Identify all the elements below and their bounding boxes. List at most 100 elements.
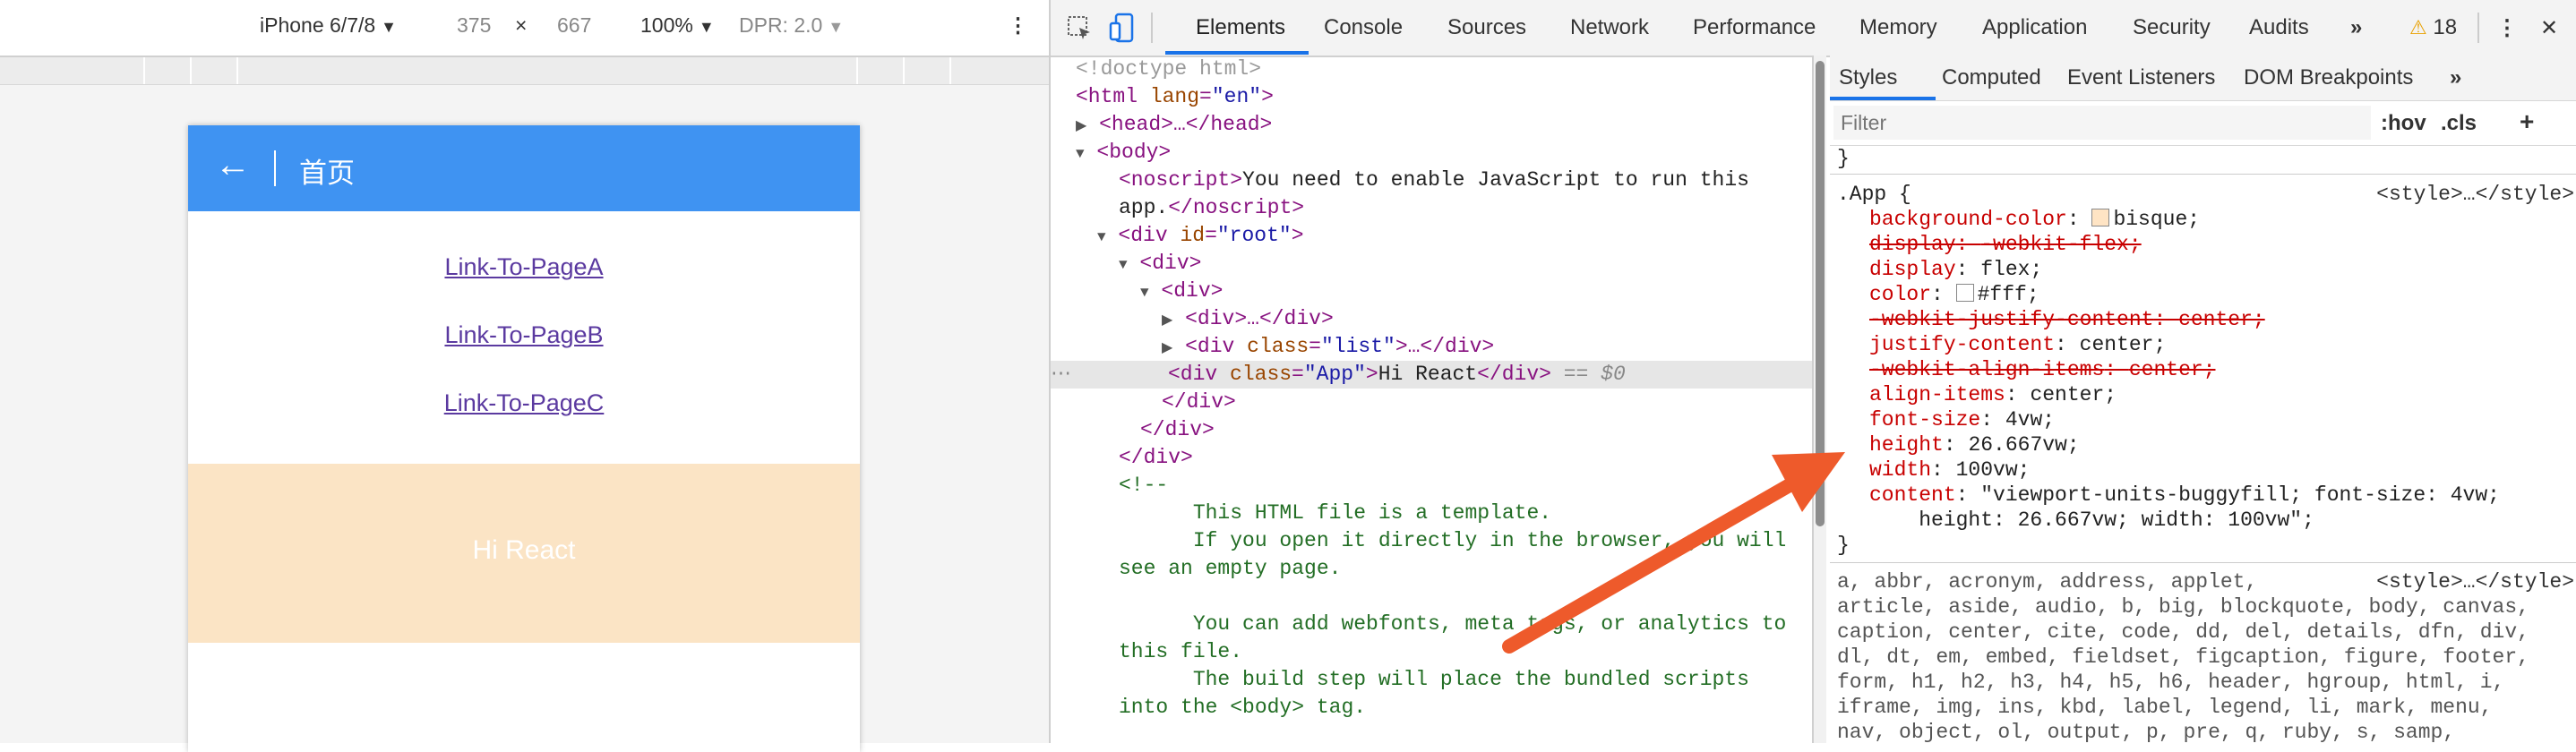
new-rule-plus-icon[interactable]: + [2520,107,2534,136]
prop-name: color [1869,283,1932,306]
link-page-c[interactable]: Link-To-PageC [188,389,860,417]
dom-line[interactable]: ▶ <head>…</head> [1051,111,1812,139]
subtab-dom-breakpoints[interactable]: DOM Breakpoints [2244,65,2413,90]
ruler-segment[interactable] [905,57,951,84]
inspect-element-icon[interactable] [1067,15,1094,42]
warnings-counter[interactable]: ⚠ 18 [2409,15,2457,40]
css-property[interactable]: justify-content: center; [1837,332,2576,357]
css-property[interactable]: display: flex; [1837,257,2576,282]
devtools-tab-bar: Elements Console Sources Network Perform… [1051,0,2576,57]
zoom-select[interactable]: 100% ▼ [640,13,715,38]
prop-value: "viewport-units-buggyfill; font-size: 4v… [1980,483,2500,507]
tab-console[interactable]: Console [1324,15,1403,40]
ruler-segment[interactable] [858,57,905,84]
prop-value: center; [2128,358,2216,381]
expand-triangle-icon[interactable]: ▶ [1076,118,1086,134]
subtabs-overflow-icon[interactable]: » [2450,65,2461,90]
div-tag: <div [1185,335,1235,358]
color-swatch[interactable] [2091,209,2110,226]
css-property[interactable]: -webkit-align-items: center; [1837,357,2576,382]
link-page-b[interactable]: Link-To-PageB [188,321,860,349]
subtab-computed[interactable]: Computed [1942,65,2041,90]
color-swatch[interactable] [1955,284,1974,302]
css-property[interactable]: background-color: bisque; [1837,207,2576,232]
ruler-segment[interactable] [192,57,238,84]
dom-line[interactable]: ▼ <div id="root"> [1051,222,1812,250]
viewport-height-input[interactable]: 667 [557,13,591,38]
dom-line[interactable]: ▼ <body> [1051,139,1812,167]
viewport-width-input[interactable]: 375 [457,13,491,38]
collapse-triangle-icon[interactable]: ▼ [1119,257,1128,273]
collapse-triangle-icon[interactable]: ▼ [1140,285,1149,301]
dom-line[interactable]: app.</noscript> [1051,194,1812,222]
div-tag: >…</div> [1395,335,1495,358]
ellipsis-icon[interactable]: ⋯ [1051,363,1071,386]
tab-performance[interactable]: Performance [1693,15,1816,40]
devtools-menu-icon[interactable]: ⋮ [2496,15,2518,41]
ruler-segment[interactable] [238,57,858,84]
rule-selector-line: dl, dt, em, embed, fieldset, figcaption,… [1837,645,2529,669]
collapse-triangle-icon[interactable]: ▼ [1076,146,1085,162]
doctype: <!doctype html> [1076,57,1262,81]
expand-triangle-icon[interactable]: ▶ [1162,312,1172,329]
subtab-event-listeners[interactable]: Event Listeners [2067,65,2215,90]
css-property[interactable]: align-items: center; [1837,382,2576,407]
tab-audits[interactable]: Audits [2249,15,2309,40]
subtab-styles[interactable]: Styles [1839,65,1897,90]
rule-selector[interactable]: a, abbr, acronym, address, applet, <style… [1837,569,2576,594]
div-close-tag: </div> [1140,418,1215,441]
css-property[interactable]: color: #fff; [1837,282,2576,307]
ruler-segment[interactable] [145,57,192,84]
dom-line-selected[interactable]: ⋯ <div class="App">Hi React</div> == $0 [1051,361,1812,389]
back-arrow-icon[interactable]: ← [215,145,251,185]
tab-sources[interactable]: Sources [1447,15,1526,40]
comment-text: The build step will place the bundled sc… [1119,668,1749,691]
css-property[interactable]: -webkit-justify-content: center; [1837,307,2576,332]
css-property[interactable]: width: 100vw; [1837,457,2576,483]
tab-memory[interactable]: Memory [1859,15,1937,40]
rule-source-link[interactable]: <style>…</style> [2376,569,2574,594]
dom-line[interactable]: <html lang="en"> [1051,83,1812,111]
tab-security[interactable]: Security [2133,15,2211,40]
dom-line[interactable]: <!doctype html> [1051,56,1812,83]
dom-line[interactable]: </div> [1051,389,1812,416]
styles-filter-input[interactable] [1833,106,2371,140]
elements-scrollbar[interactable] [1814,56,1826,743]
comment-line: This HTML file is a template. [1051,500,1812,527]
head-tag: <head>…</head> [1099,113,1273,136]
expand-triangle-icon[interactable]: ▶ [1162,340,1172,356]
media-query-ruler[interactable] [0,57,1049,85]
close-icon[interactable]: ✕ [2540,15,2558,41]
prop-name: align-items [1869,383,2005,406]
dom-line[interactable]: </div> [1051,444,1812,472]
rule-selector[interactable]: .App {<style>…</style> [1837,182,2576,207]
dom-line[interactable]: <!-- [1051,472,1812,500]
dom-line[interactable]: </div> [1051,416,1812,444]
css-property[interactable]: font-size: 4vw; [1837,407,2576,432]
css-property[interactable]: content: "viewport-units-buggyfill; font… [1837,483,2576,508]
collapse-triangle-icon[interactable]: ▼ [1097,229,1106,245]
device-toggle-icon[interactable] [1109,13,1136,43]
dom-line[interactable]: ▼ <div> [1051,278,1812,305]
dom-line[interactable]: <noscript>You need to enable JavaScript … [1051,167,1812,194]
device-select[interactable]: iPhone 6/7/8 ▼ [260,13,397,38]
hov-toggle[interactable]: :hov [2381,111,2426,136]
tab-network[interactable]: Network [1570,15,1649,40]
rule-source-link[interactable]: <style>…</style> [2376,182,2574,207]
scrollbar-thumb[interactable] [1816,61,1825,526]
link-page-a[interactable]: Link-To-PageA [188,253,860,281]
tab-elements[interactable]: Elements [1196,15,1285,40]
ruler-segment[interactable] [0,57,145,84]
dom-line[interactable]: ▶ <div class="list">…</div> [1051,333,1812,361]
tabs-overflow-icon[interactable]: » [2350,15,2362,40]
css-property[interactable]: height: 26.667vw; [1837,432,2576,457]
dom-line[interactable]: ▼ <div> [1051,250,1812,278]
dom-line[interactable]: ▶ <div>…</div> [1051,305,1812,333]
cls-toggle[interactable]: .cls [2441,111,2477,136]
css-property[interactable]: display: -webkit-flex; [1837,232,2576,257]
device-more-icon[interactable]: ⋮ [1008,13,1028,38]
phone-screen: ← 首页 Link-To-PageA Link-To-PageB Link-To… [188,125,860,752]
tab-application[interactable]: Application [1982,15,2087,40]
dpr-select[interactable]: DPR: 2.0 ▼ [739,13,844,38]
div-tag: <div> [1139,252,1202,275]
